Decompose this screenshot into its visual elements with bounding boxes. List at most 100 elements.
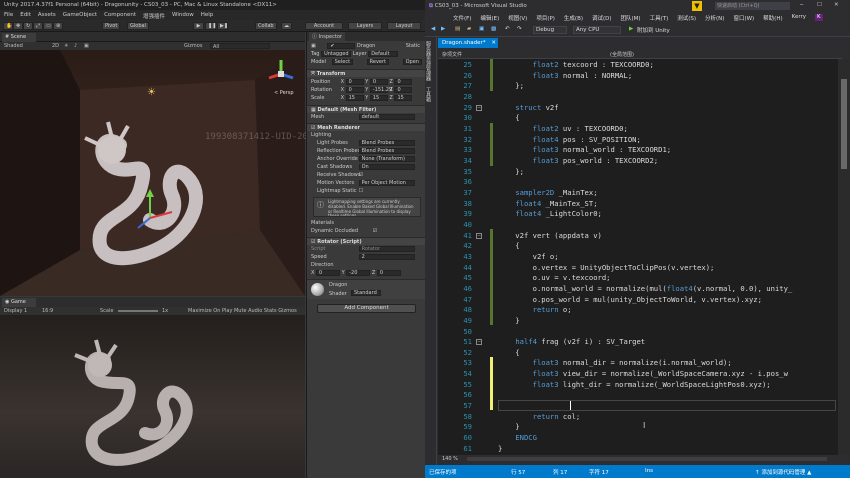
filter-icon[interactable]: ▼: [692, 1, 702, 11]
rotator-header[interactable]: ☑ Rotator (Script): [307, 237, 425, 245]
materials-foldout[interactable]: Materials: [311, 220, 422, 227]
project-dropdown[interactable]: 杂项文件: [442, 52, 462, 58]
move-tool-icon[interactable]: ✥: [13, 22, 23, 30]
light-probes-dropdown[interactable]: Blend Probes: [358, 140, 415, 146]
code-line[interactable]: v2f o;: [498, 252, 838, 263]
minimize-button[interactable]: ─: [800, 2, 803, 8]
user-name[interactable]: Kerry: [792, 14, 806, 21]
direction-x-field[interactable]: 0: [316, 270, 341, 276]
menu-debug-cn[interactable]: 调试(D): [592, 14, 612, 22]
new-item-icon[interactable]: ▤: [455, 26, 460, 32]
code-line[interactable]: o.vertex = UnityObjectToClipPos(v.vertex…: [498, 263, 838, 274]
perspective-label[interactable]: < Persp: [274, 90, 294, 96]
receive-shadows-checkbox[interactable]: ☑: [359, 172, 363, 178]
tab-close-icon[interactable]: ✕: [491, 40, 496, 46]
shader-dropdown[interactable]: Standard: [351, 290, 381, 296]
transform-header[interactable]: ⤧ Transform: [307, 69, 425, 77]
object-name[interactable]: Dragon: [357, 43, 375, 49]
quick-launch-input[interactable]: 快速启动 (Ctrl+Q): [715, 2, 790, 10]
rotate-tool-icon[interactable]: ↻: [23, 22, 33, 30]
save-all-icon[interactable]: ▩: [491, 26, 496, 32]
code-line[interactable]: };: [498, 167, 838, 178]
play-button[interactable]: ▶: [193, 22, 204, 30]
redo-icon[interactable]: ↷: [517, 26, 522, 32]
select-button[interactable]: Select: [331, 59, 354, 65]
menu-edit-cn[interactable]: 编辑(E): [480, 14, 499, 22]
speed-field[interactable]: 2: [358, 254, 415, 260]
code-line[interactable]: [498, 401, 838, 412]
menu-file-cn[interactable]: 文件(F): [453, 14, 471, 22]
position-x-field[interactable]: 0: [345, 79, 364, 85]
checkbox-icon[interactable]: ☑: [311, 125, 315, 131]
menu-build-cn[interactable]: 生成(B): [564, 14, 583, 22]
pause-button[interactable]: ❚❚: [205, 22, 216, 30]
2d-toggle[interactable]: 2D: [52, 43, 59, 49]
layer-dropdown[interactable]: Default: [368, 51, 399, 57]
game-viewport[interactable]: [0, 315, 305, 478]
rotation-z-field[interactable]: 0: [394, 87, 413, 93]
position-z-field[interactable]: 0: [394, 79, 413, 85]
hand-tool-icon[interactable]: ✋: [3, 22, 13, 30]
menu-test-cn[interactable]: 测试(S): [677, 14, 696, 22]
maximize-button[interactable]: ☐: [817, 2, 822, 8]
code-line[interactable]: v2f vert (appdata v): [498, 231, 838, 242]
anchor-override-field[interactable]: None (Transform): [358, 156, 415, 162]
menu-analyze-cn[interactable]: 分析(N): [705, 14, 724, 22]
code-line[interactable]: return col;: [498, 412, 838, 423]
menu-gameobject[interactable]: GameObject: [63, 12, 97, 18]
code-line[interactable]: float3 normal_world : TEXCOORD1;: [498, 145, 838, 156]
menu-team-cn[interactable]: 团队(M): [621, 14, 641, 22]
scope-dropdown[interactable]: (全局范围): [610, 51, 634, 58]
global-toggle[interactable]: Global: [127, 22, 149, 30]
reflection-probes-dropdown[interactable]: Blend Probes: [358, 148, 415, 154]
avatar[interactable]: K: [815, 14, 823, 21]
open-button[interactable]: Open: [402, 59, 422, 65]
lighting-foldout[interactable]: Lighting: [311, 132, 422, 139]
back-icon[interactable]: ◀: [431, 26, 435, 32]
code-line[interactable]: ENDCG: [498, 433, 838, 444]
menu-assets[interactable]: Assets: [38, 12, 56, 18]
menu-component[interactable]: Component: [104, 12, 136, 18]
mesh-renderer-header[interactable]: ☑ Mesh Renderer: [307, 123, 425, 131]
code-line[interactable]: }: [498, 316, 838, 327]
rotation-x-field[interactable]: 0: [345, 87, 364, 93]
code-line[interactable]: {: [498, 348, 838, 359]
fold-toggle-icon[interactable]: −: [476, 104, 482, 111]
material-section[interactable]: Dragon Shader Standard: [307, 279, 426, 299]
code-editor[interactable]: 25 float2 texcoord : TEXCOORD0; 26 float3…: [438, 59, 838, 455]
undo-icon[interactable]: ↶: [505, 26, 510, 32]
fold-toggle-icon[interactable]: −: [476, 232, 482, 239]
forward-icon[interactable]: ▶: [441, 26, 445, 32]
code-line[interactable]: }: [498, 422, 838, 433]
menu-project-cn[interactable]: 项目(P): [536, 14, 555, 22]
scale-tool-icon[interactable]: ⤢: [33, 22, 43, 30]
code-line[interactable]: o.uv = v.texcoord;: [498, 273, 838, 284]
layers-dropdown[interactable]: Layers: [348, 22, 382, 30]
dynamic-occluded-checkbox[interactable]: ☑: [373, 228, 377, 234]
menu-window[interactable]: Window: [172, 12, 194, 18]
tab-scene[interactable]: # Scene: [2, 33, 36, 42]
light-toggle-icon[interactable]: ☀: [64, 43, 68, 49]
code-line[interactable]: return o;: [498, 305, 838, 316]
scale-slider[interactable]: [118, 310, 158, 312]
code-line[interactable]: float4 _LightColor0;: [498, 209, 838, 220]
active-toggle[interactable]: ✔: [327, 43, 356, 49]
code-line[interactable]: float2 uv : TEXCOORD0;: [498, 124, 838, 135]
tab-inspector[interactable]: ⓘ Inspector: [309, 32, 345, 41]
rect-tool-icon[interactable]: ▭: [43, 22, 53, 30]
platform-dropdown[interactable]: Any CPU: [573, 26, 621, 34]
horizontal-scrollbar[interactable]: [467, 456, 828, 461]
lightmap-static-checkbox[interactable]: ☐: [359, 188, 363, 194]
shading-mode-dropdown[interactable]: Shaded: [4, 43, 23, 49]
revert-button[interactable]: Revert: [366, 59, 390, 65]
motion-vectors-dropdown[interactable]: Per Object Motion: [358, 180, 415, 186]
start-icon[interactable]: ▶: [629, 26, 633, 32]
scale-y-field[interactable]: 15: [369, 95, 388, 101]
code-line[interactable]: {: [498, 241, 838, 252]
code-line[interactable]: half4 frag (v2f i) : SV_Target: [498, 337, 838, 348]
static-checkbox[interactable]: Static: [406, 43, 420, 49]
light-gizmo-icon[interactable]: ☀: [147, 87, 156, 98]
menu-file[interactable]: File: [4, 12, 13, 18]
account-dropdown[interactable]: Account: [305, 22, 343, 30]
code-line[interactable]: float4 pos : SV_POSITION;: [498, 135, 838, 146]
